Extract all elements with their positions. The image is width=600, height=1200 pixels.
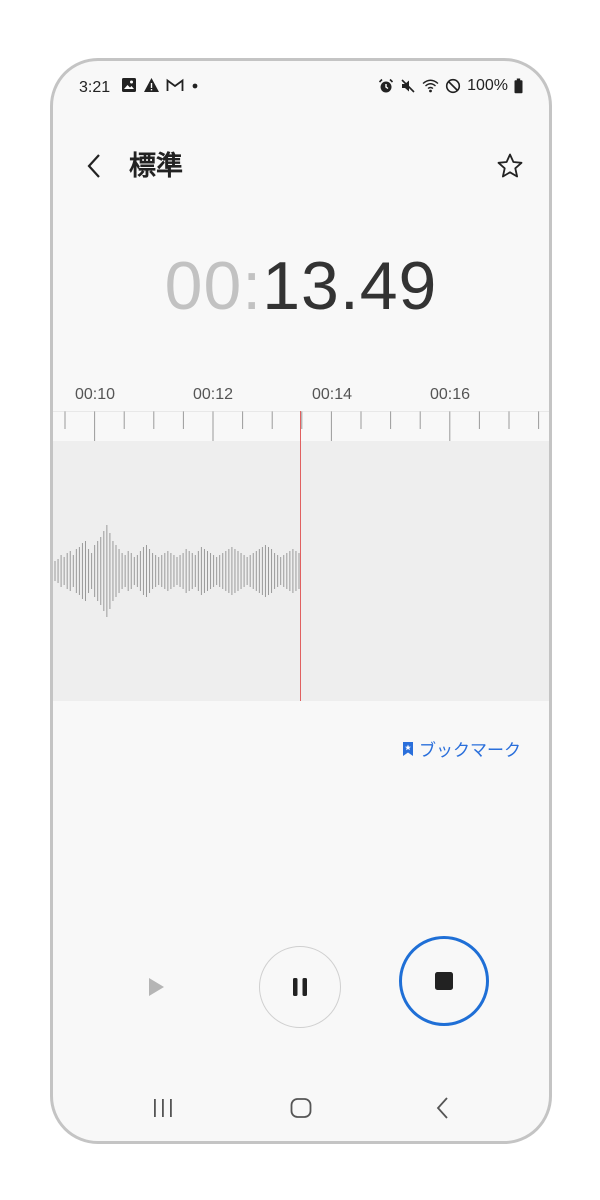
timeline-label: 00:12 [192,386,234,403]
page-title: 標準 [129,151,183,181]
timeline-labels: 00:10 00:12 00:14 00:16 [53,386,549,408]
bookmark-button[interactable]: ブックマーク [401,736,521,761]
mute-icon [401,79,415,93]
timer-seconds: 13.49 [262,248,438,324]
battery-icon [514,78,523,94]
home-icon [290,1098,312,1118]
recent-apps-icon [154,1099,172,1117]
back-button[interactable] [79,149,109,183]
stop-button[interactable] [399,936,489,1026]
timer-minutes: 00 [164,248,243,324]
status-left-icons [121,77,200,93]
bookmark-icon [403,741,413,756]
favorite-button[interactable] [493,149,527,183]
recording-timer: 00:13.49 [53,246,549,326]
gmail-icon [166,78,184,91]
stop-icon [435,972,453,990]
timeline-label: 00:16 [429,386,471,403]
home-button[interactable] [281,1091,321,1125]
waveform [54,525,300,617]
timeline-ruler [53,411,549,441]
recent-apps-button[interactable] [143,1091,183,1125]
app-header: 標準 [53,141,549,191]
system-nav-bar [53,1083,549,1133]
timeline-label: 00:14 [311,386,353,403]
playhead-line [300,411,301,701]
timer-separator: : [242,248,263,324]
nav-back-button[interactable] [423,1091,463,1125]
status-right: 100% [378,77,523,95]
dot-icon [192,83,198,89]
phone-frame: 3:21 100% 標準 00:13.49 00:10 00:12 00:14 … [50,58,552,1144]
do-not-disturb-icon [445,78,461,94]
battery-percent: 100% [467,77,508,94]
waveform-area[interactable] [53,441,549,701]
timeline-label: 00:10 [74,386,116,403]
play-icon [149,978,164,996]
image-icon [122,78,136,92]
recording-controls [53,936,549,1046]
bookmark-label: ブックマーク [419,741,521,760]
alarm-icon [379,78,394,93]
status-time: 3:21 [79,79,111,96]
back-arrow-icon [436,1097,448,1119]
pause-icon [293,978,307,996]
wifi-icon [422,79,439,93]
warning-icon [144,78,159,92]
star-icon [497,153,523,178]
chevron-left-icon [87,154,100,178]
play-button[interactable] [139,970,173,1004]
pause-button[interactable] [259,946,341,1028]
status-bar: 3:21 100% [53,61,549,113]
